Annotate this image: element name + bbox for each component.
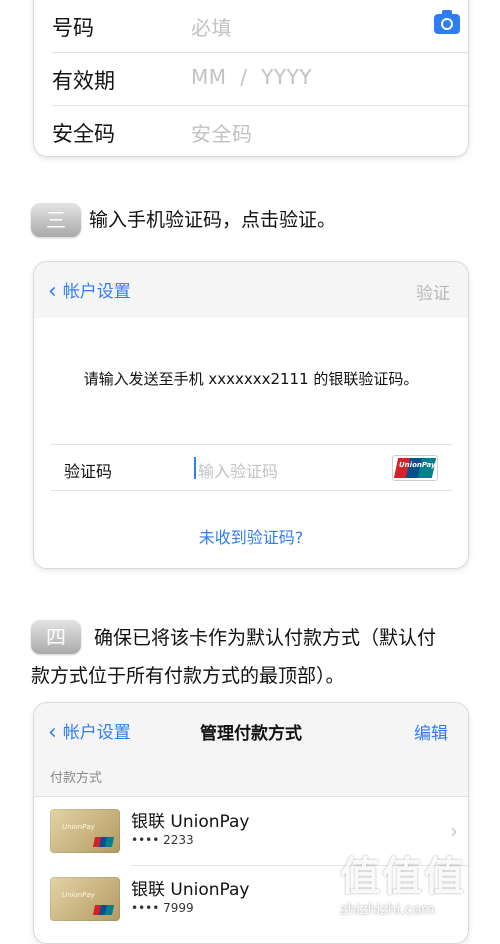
- step-badge-4: 四: [31, 620, 81, 654]
- card-number: •••• 2233: [131, 833, 194, 847]
- divider: [50, 490, 452, 491]
- unionpay-logo-text: UnionPay: [399, 461, 436, 469]
- watermark: 值值值 zhizhizhi.com: [340, 840, 490, 930]
- step-badge-3: 三: [31, 203, 81, 237]
- verification-message: 请输入发送至手机 xxxxxxx2111 的银联验证码。: [83, 370, 419, 388]
- step-4-text-line2: 款方式位于所有付款方式的最顶部）。: [31, 665, 345, 687]
- resend-code-link[interactable]: 未收到验证码?: [34, 524, 468, 548]
- step-3-text: 输入手机验证码，点击验证。: [89, 209, 337, 231]
- card-name: 银联 UnionPay: [131, 880, 250, 900]
- security-code-input[interactable]: 安全码: [191, 118, 253, 147]
- chevron-left-icon: ‹: [48, 279, 57, 304]
- divider: [50, 444, 452, 445]
- expiry-input[interactable]: MM / YYYY: [191, 65, 312, 89]
- expiry-row[interactable]: 有效期 MM / YYYY: [34, 53, 468, 106]
- unionpay-logo-icon: [92, 905, 115, 915]
- card-thumbnail: UnionPay: [50, 877, 120, 921]
- watermark-url: zhizhizhi.com: [340, 902, 435, 918]
- card-thumbnail: UnionPay: [50, 809, 120, 853]
- section-header: 付款方式: [50, 771, 103, 786]
- text-cursor: [194, 457, 196, 479]
- card-number-label: 号码: [52, 16, 94, 40]
- card-number-row[interactable]: 号码 必填: [34, 0, 468, 53]
- security-code-row[interactable]: 安全码 安全码: [34, 106, 468, 156]
- back-label: 帐户设置: [62, 282, 131, 302]
- navigation-bar: ‹ 帐户设置 验证: [34, 262, 468, 318]
- navigation-bar: ‹ 帐户设置 管理付款方式 编辑: [34, 703, 468, 759]
- unionpay-logo-icon: UnionPay: [392, 455, 438, 481]
- camera-icon[interactable]: [434, 10, 460, 34]
- step-4-text-line1: 确保已将该卡作为默认付款方式（默认付: [94, 627, 437, 649]
- page-title: 管理付款方式: [200, 724, 302, 744]
- security-code-label: 安全码: [52, 122, 115, 146]
- card-number: •••• 7999: [131, 901, 194, 915]
- card-number-input[interactable]: 必填: [191, 12, 232, 41]
- expiry-label: 有效期: [52, 69, 115, 93]
- back-button[interactable]: ‹ 帐户设置: [48, 277, 131, 304]
- card-details-form: 号码 必填 有效期 MM / YYYY 安全码 安全码: [33, 0, 469, 157]
- edit-button[interactable]: 编辑: [414, 719, 448, 744]
- verification-screen: ‹ 帐户设置 验证 请输入发送至手机 xxxxxxx2111 的银联验证码。 验证…: [33, 261, 469, 569]
- unionpay-logo-icon: [92, 837, 115, 847]
- code-label: 验证码: [64, 462, 113, 481]
- verification-code-input[interactable]: 输入验证码: [198, 458, 278, 482]
- verify-button[interactable]: 验证: [416, 279, 450, 304]
- card-name: 银联 UnionPay: [131, 812, 250, 832]
- watermark-logo: 值值值: [340, 854, 466, 900]
